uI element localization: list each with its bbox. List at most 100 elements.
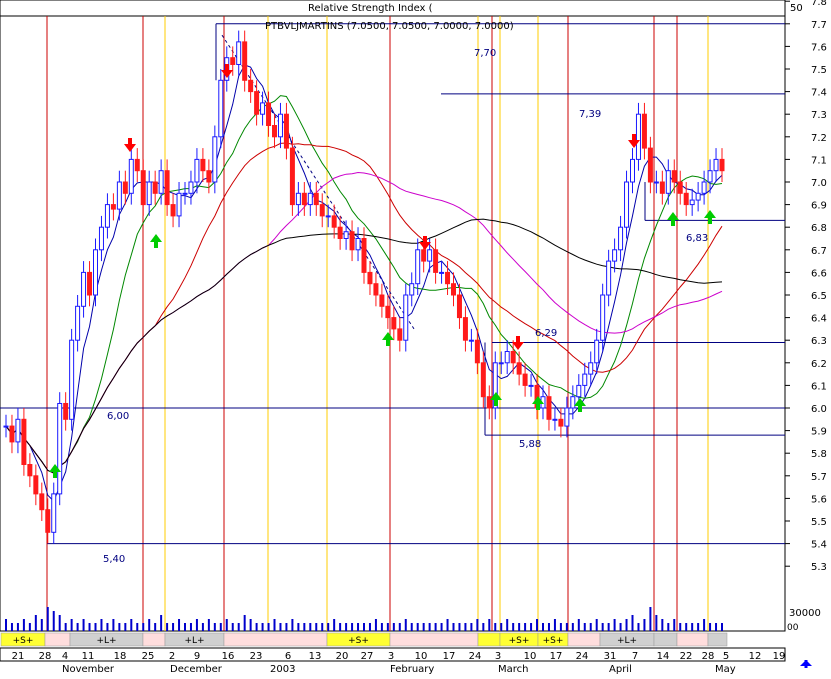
price-tick-label: 6.4 — [811, 314, 827, 325]
candle-body — [140, 170, 146, 206]
candle-body — [212, 136, 218, 183]
candle-body — [451, 283, 456, 296]
candle-body — [570, 396, 576, 409]
level-label: 6,00 — [107, 411, 129, 422]
month-label: March — [498, 664, 528, 675]
level-label: 7,39 — [579, 109, 601, 120]
candle-body — [719, 158, 725, 172]
candle-body — [462, 317, 468, 341]
signal-segment — [142, 632, 166, 647]
candle-body — [110, 204, 116, 210]
candle-body — [283, 113, 289, 149]
signal-segment — [707, 632, 728, 647]
candle-body — [325, 215, 331, 218]
candle-body — [713, 158, 719, 172]
month-label: 2003 — [270, 664, 295, 675]
candle-body — [9, 425, 15, 443]
candle-body — [39, 493, 45, 511]
candle-body — [522, 373, 528, 386]
candle-body — [552, 418, 558, 421]
candle-body — [594, 339, 600, 364]
candle-body — [236, 41, 242, 65]
candle-body — [295, 192, 301, 206]
candle-body — [301, 192, 307, 206]
month-label: February — [390, 664, 434, 675]
price-tick-label: 7.4 — [811, 88, 827, 99]
candle-body — [367, 271, 373, 285]
signal-segment — [389, 632, 479, 647]
candle-body — [689, 199, 695, 206]
candle-body — [260, 102, 266, 115]
candle-body — [683, 192, 689, 206]
candle-body — [409, 283, 415, 296]
scroll-arrow-stem-icon[interactable] — [804, 660, 808, 668]
candle-body — [277, 113, 283, 138]
candle-body — [445, 271, 451, 285]
signal-label: +S+ — [13, 636, 34, 646]
candle-body — [337, 226, 343, 239]
date-tick-label: 28 — [39, 651, 52, 662]
price-tick-label: 7.1 — [811, 155, 827, 166]
price-tick-label: 6.2 — [811, 359, 827, 370]
date-tick-label: 10 — [415, 651, 428, 662]
price-tick-label: 6.5 — [811, 291, 827, 302]
candle-body — [266, 102, 272, 127]
candle-body — [349, 231, 355, 251]
level-label: 5,88 — [519, 439, 541, 450]
date-tick-label: 12 — [749, 651, 762, 662]
chart-stage: +S+ +L+ +L+ +S+ +S+ +S+ +L+ 7.8 7.7 7.6 7.5 7.4 7.3… — [0, 0, 831, 675]
candle-body — [504, 351, 510, 364]
candle-body — [397, 328, 403, 341]
candle-body — [695, 192, 701, 201]
candle-body — [152, 181, 158, 194]
candle-body — [188, 181, 194, 194]
level-label: 6,29 — [535, 328, 557, 339]
candle-body — [379, 294, 385, 307]
candle-body — [164, 170, 170, 206]
candle-body — [200, 158, 206, 172]
signal-segment — [477, 632, 501, 647]
signal-label: +L+ — [617, 636, 637, 646]
month-label: November — [62, 664, 115, 675]
date-tick-label: 7 — [632, 651, 638, 662]
candle-body — [635, 113, 641, 160]
date-tick-label: 23 — [250, 651, 263, 662]
price-tick-label: 6.8 — [811, 223, 827, 234]
date-tick-label: 25 — [142, 651, 155, 662]
candle-body — [456, 294, 462, 319]
candle-body — [57, 402, 63, 495]
candle-body — [15, 418, 21, 443]
signal-label: +S+ — [348, 636, 369, 646]
candle-body — [659, 181, 665, 194]
candle-body — [230, 57, 236, 65]
candle-body — [218, 79, 224, 138]
price-tick-label: 5.3 — [811, 562, 827, 573]
candle-body — [331, 215, 337, 228]
rsi-label: Relative Strength Index ( — [308, 3, 433, 14]
candle-body — [81, 271, 87, 307]
price-tick-label: 7.6 — [811, 42, 827, 53]
candle-body — [391, 317, 397, 330]
price-tick-label: 5.6 — [811, 494, 827, 505]
date-tick-label: 28 — [702, 651, 715, 662]
price-tick-label: 7.5 — [811, 65, 827, 76]
date-tick-label: 16 — [222, 651, 235, 662]
price-tick-label: 5.5 — [811, 517, 827, 528]
signal-segment — [223, 632, 328, 647]
price-chart: +S+ +L+ +L+ +S+ +S+ +S+ +L+ 7.8 7.7 7.6 7.5 7.4 7.3… — [0, 0, 827, 675]
candle-body — [618, 226, 624, 251]
candle-body — [170, 204, 176, 217]
price-tick-label: 6.7 — [811, 246, 827, 257]
price-tick-label: 5.9 — [811, 427, 827, 438]
date-tick-label: 11 — [82, 651, 95, 662]
signal-segment — [44, 632, 71, 647]
candle-body — [600, 294, 606, 341]
date-tick-label: 24 — [469, 651, 482, 662]
volume-scale-label: 30000 — [789, 608, 821, 619]
candle-body — [313, 192, 319, 206]
candle-body — [576, 384, 582, 398]
candle-body — [558, 418, 564, 427]
candle-body — [98, 226, 104, 251]
candle-body — [361, 238, 367, 273]
date-tick-label: 9 — [194, 651, 200, 662]
